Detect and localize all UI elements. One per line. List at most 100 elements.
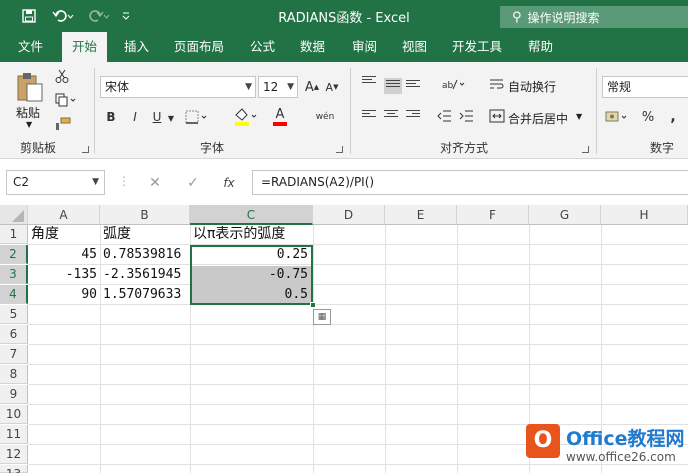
column-header-a[interactable]: A xyxy=(28,205,100,225)
column-header-b[interactable]: B xyxy=(100,205,190,225)
tab-file[interactable]: 文件 xyxy=(18,32,43,62)
tab-home[interactable]: 开始 xyxy=(62,32,108,63)
row-header-4[interactable]: 4 xyxy=(0,285,28,304)
cell-c3[interactable]: -0.75 xyxy=(190,265,311,284)
column-header-h[interactable]: H xyxy=(601,205,688,225)
alignment-launcher-icon[interactable] xyxy=(582,146,589,153)
watermark: O Office教程网 www.office26.com xyxy=(522,418,688,473)
font-name-combo[interactable]: 宋体 ▼ xyxy=(100,76,256,98)
align-bottom-icon[interactable] xyxy=(406,80,420,92)
column-header-f[interactable]: F xyxy=(457,205,529,225)
cell-b3[interactable]: -2.3561945 xyxy=(100,265,190,284)
tab-formulas[interactable]: 公式 xyxy=(250,32,275,62)
row-header-7[interactable]: 7 xyxy=(0,345,28,364)
cell-c2[interactable]: 0.25 xyxy=(190,245,311,264)
tab-insert[interactable]: 插入 xyxy=(124,32,149,62)
cell-c1[interactable]: 以π表示的弧度 xyxy=(190,225,313,244)
merge-center-icon[interactable] xyxy=(488,108,506,124)
svg-text:ab: ab xyxy=(442,81,454,91)
align-right-icon[interactable] xyxy=(406,110,420,122)
row-header-13[interactable]: 13 xyxy=(0,465,28,473)
cell-a1[interactable]: 角度 xyxy=(28,225,100,244)
tab-page-layout[interactable]: 页面布局 xyxy=(174,32,224,62)
cell-b4[interactable]: 1.57079633 xyxy=(100,285,190,304)
resize-handle-icon[interactable]: ⋮ xyxy=(118,174,130,188)
name-box[interactable]: C2 ▼ xyxy=(6,170,105,195)
paste-icon[interactable] xyxy=(12,70,48,104)
tab-view[interactable]: 视图 xyxy=(402,32,427,62)
bold-button[interactable]: B xyxy=(104,108,118,126)
accounting-format-icon[interactable] xyxy=(604,108,630,126)
column-header-c[interactable]: C xyxy=(190,205,313,225)
wrap-text-button[interactable]: 自动换行 xyxy=(508,78,556,95)
italic-button[interactable]: I xyxy=(128,108,142,126)
gridline xyxy=(28,384,688,385)
align-center-icon[interactable] xyxy=(384,110,398,122)
row-header-11[interactable]: 11 xyxy=(0,425,28,444)
watermark-url: www.office26.com xyxy=(566,450,676,464)
column-header-d[interactable]: D xyxy=(313,205,385,225)
orientation-icon[interactable]: ab xyxy=(440,76,466,92)
align-middle-icon[interactable] xyxy=(384,78,402,94)
number-format-combo[interactable]: 常规 xyxy=(602,76,688,98)
number-group-label: 数字 xyxy=(650,141,675,155)
cell-b1[interactable]: 弧度 xyxy=(100,225,190,244)
gridline xyxy=(313,225,314,473)
row-header-3[interactable]: 3 xyxy=(0,265,28,284)
paste-button[interactable]: 粘贴 xyxy=(16,104,40,121)
fill-color-icon[interactable] xyxy=(232,106,260,128)
grow-font-button[interactable]: A ▲ xyxy=(304,78,320,96)
cell-a3[interactable]: -135 xyxy=(28,265,100,284)
clipboard-launcher-icon[interactable] xyxy=(82,146,89,153)
row-header-8[interactable]: 8 xyxy=(0,365,28,384)
cell-a4[interactable]: 90 xyxy=(28,285,100,304)
align-left-icon[interactable] xyxy=(362,110,376,122)
row-header-10[interactable]: 10 xyxy=(0,405,28,424)
column-header-g[interactable]: G xyxy=(529,205,601,225)
quick-analysis-icon[interactable]: ▦ xyxy=(313,309,331,325)
cell-b2[interactable]: 0.78539816 xyxy=(100,245,190,264)
row-header-9[interactable]: 9 xyxy=(0,385,28,404)
row-header-1[interactable]: 1 xyxy=(0,225,28,244)
merge-center-button[interactable]: 合并后居中 xyxy=(508,110,568,127)
underline-button[interactable]: U xyxy=(150,108,164,126)
font-size-combo[interactable]: 12 ▼ xyxy=(258,76,298,98)
paste-dropdown-icon[interactable]: ▼ xyxy=(26,120,32,129)
tell-me-search[interactable]: ⚲ 操作说明搜索 xyxy=(500,6,688,28)
row-header-5[interactable]: 5 xyxy=(0,305,28,324)
row-header-2[interactable]: 2 xyxy=(0,245,28,264)
align-top-icon[interactable] xyxy=(362,76,376,88)
tab-help[interactable]: 帮助 xyxy=(528,32,553,62)
format-painter-icon[interactable] xyxy=(54,116,72,132)
select-all-corner[interactable] xyxy=(0,205,28,225)
insert-function-button[interactable]: fx xyxy=(220,174,238,192)
row-header-12[interactable]: 12 xyxy=(0,445,28,464)
tab-developer[interactable]: 开发工具 xyxy=(452,32,502,62)
tab-data[interactable]: 数据 xyxy=(300,32,325,62)
cell-a2[interactable]: 45 xyxy=(28,245,100,264)
wrap-text-icon[interactable] xyxy=(488,76,506,92)
shrink-font-button[interactable]: A ▼ xyxy=(324,78,340,96)
borders-icon[interactable] xyxy=(184,108,210,126)
font-color-button[interactable]: A xyxy=(266,106,294,128)
comma-style-button[interactable]: , xyxy=(666,108,680,126)
formula-input[interactable]: =RADIANS(A2)/PI() xyxy=(252,170,688,195)
fill-handle[interactable] xyxy=(310,302,316,308)
underline-dropdown-icon[interactable]: ▼ xyxy=(166,112,176,124)
name-box-value: C2 xyxy=(13,175,30,189)
row-header-6[interactable]: 6 xyxy=(0,325,28,344)
decrease-indent-icon[interactable] xyxy=(436,108,452,124)
percent-style-button[interactable]: % xyxy=(640,108,656,126)
merge-dropdown-icon[interactable]: ▼ xyxy=(576,112,582,121)
copy-icon[interactable] xyxy=(54,92,78,108)
phonetic-guide-button[interactable]: wén xyxy=(310,106,340,128)
increase-indent-icon[interactable] xyxy=(458,108,474,124)
cell-c4[interactable]: 0.5 xyxy=(190,285,311,304)
font-launcher-icon[interactable] xyxy=(336,146,343,153)
ribbon-tabs: 文件 开始 插入 页面布局 公式 数据 审阅 视图 开发工具 帮助 xyxy=(0,32,688,63)
tab-review[interactable]: 审阅 xyxy=(352,32,377,62)
cancel-icon[interactable]: ✕ xyxy=(146,174,164,192)
column-header-e[interactable]: E xyxy=(385,205,457,225)
enter-icon[interactable]: ✓ xyxy=(184,174,202,192)
cut-icon[interactable] xyxy=(54,68,70,84)
